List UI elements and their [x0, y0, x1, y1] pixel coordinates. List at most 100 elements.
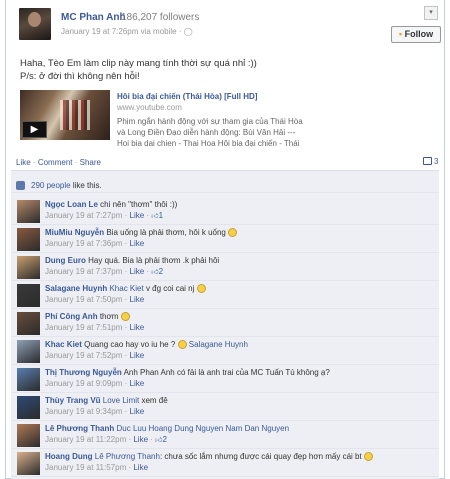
- rss-icon: ▪: [398, 29, 403, 39]
- comment-timestamp[interactable]: January 19 at 9:09pm: [45, 379, 122, 388]
- commenter-avatar[interactable]: [17, 424, 40, 447]
- commenter-avatar[interactable]: [17, 452, 40, 475]
- comment-meta: January 19 at 7:52pm · Like: [45, 351, 145, 360]
- comment-text: Bia uống là phải thơm, hôi k uống: [104, 228, 238, 237]
- commenter-name[interactable]: Thị Thương Nguyễn: [45, 368, 122, 377]
- comment-item: Ngọc Loan Le chi nên "thơm" thôi :)) Janu…: [11, 196, 439, 225]
- comment-like-link[interactable]: Like: [130, 407, 145, 416]
- comment-link[interactable]: Comment: [38, 158, 73, 167]
- tagged-user[interactable]: Love Limit: [101, 396, 139, 405]
- comment-body: Salagane Huynh Khac Kiet v đg coi cai nj…: [45, 283, 435, 305]
- comment-like-link[interactable]: Like: [130, 379, 145, 388]
- commenter-avatar[interactable]: [17, 200, 40, 223]
- tagged-user[interactable]: Khac Kiet: [107, 284, 143, 293]
- link-desc-line: và Long Điền Đạo diễn hành động: Bùi Văn…: [117, 128, 296, 137]
- post-message: Haha, Tèo Em làm clip này mang tính thời…: [20, 57, 257, 83]
- tagged-user[interactable]: Duc Luu Hoang Dung Nguyen Nam Dan Nguyen: [114, 424, 289, 433]
- link-title[interactable]: Hôi bia đại chiến (Thái Hòa) [Full HD]: [117, 92, 257, 101]
- commenter-name[interactable]: Salagane Huynh: [45, 284, 107, 293]
- comment-text: Duc Luu Hoang Dung Nguyen Nam Dan Nguyen: [114, 424, 289, 433]
- comment-like-count[interactable]: 👍︎2: [155, 435, 167, 444]
- post-line: P/s: ở đời thì không nên hỗi!: [20, 71, 140, 82]
- video-thumbnail[interactable]: ▶: [20, 90, 110, 140]
- smiley-icon: [177, 340, 187, 349]
- comment-like-link[interactable]: Like: [130, 239, 145, 248]
- commenter-name[interactable]: Khac Kiet: [45, 340, 82, 349]
- comment-meta: January 19 at 7:37pm · Like · 👍︎2: [45, 267, 164, 276]
- comment-message: Anh Phan Anh có fải là anh trai của MC T…: [121, 368, 330, 377]
- likers-link[interactable]: 290 people: [31, 181, 71, 190]
- likes-sentence: 290 people like this.: [31, 181, 102, 190]
- comment-text: thơm: [98, 312, 130, 321]
- comment-timestamp[interactable]: January 19 at 7:37pm: [45, 267, 122, 276]
- follower-count: 186,207 followers: [121, 12, 200, 23]
- comment-timestamp[interactable]: January 19 at 11:57pm: [45, 463, 126, 472]
- comment-message: Hay quá. Bia là phải thơm .k phải hôi: [85, 256, 220, 265]
- link-description: Phim ngắn hành động với sự tham gia của …: [117, 116, 303, 149]
- commenter-avatar[interactable]: [17, 284, 40, 307]
- share-link[interactable]: Share: [80, 158, 101, 167]
- commenter-avatar[interactable]: [17, 256, 40, 279]
- likes-summary: 290 people like this.: [11, 173, 439, 193]
- tagged-user[interactable]: Salagane Huynh: [187, 340, 248, 349]
- comment-item: MiuMiu Nguyễn Bia uống là phải thơm, hôi…: [11, 224, 439, 253]
- comment-count[interactable]: 3: [423, 157, 438, 166]
- comment-like-link[interactable]: Like: [130, 211, 145, 220]
- commenter-avatar[interactable]: [17, 396, 40, 419]
- comment-like-count[interactable]: 👍︎2: [151, 267, 163, 276]
- follow-button[interactable]: ▪ Follow: [391, 26, 441, 43]
- globe-icon: ◯: [183, 27, 193, 36]
- commenter-name[interactable]: Thùy Trang Vũ: [45, 396, 101, 405]
- comment-message: thơm: [97, 312, 119, 321]
- comment-like-value: 2: [158, 267, 164, 276]
- comment-text: Lê Phương Thanh: chưa sốc lắm nhưng được…: [93, 452, 373, 461]
- comment-meta: January 19 at 7:27pm · Like · 👍︎1: [45, 211, 164, 220]
- comment-like-link[interactable]: Like: [130, 267, 145, 276]
- commenter-name[interactable]: Hoang Dung: [45, 452, 93, 461]
- comment-like-link[interactable]: Like: [130, 351, 145, 360]
- comment-meta: January 19 at 7:50pm · Like: [45, 295, 145, 304]
- commenter-name[interactable]: Lê Phương Thanh: [45, 424, 114, 433]
- post-timestamp[interactable]: January 19 at 7:26pm via mobile ·: [61, 27, 184, 36]
- post-meta: January 19 at 7:26pm via mobile · ◯: [61, 27, 193, 36]
- commenter-name[interactable]: MiuMiu Nguyễn: [45, 228, 104, 237]
- comment-timestamp[interactable]: January 19 at 7:27pm: [45, 211, 122, 220]
- comment-item: Salagane Huynh Khac Kiet v đg coi cai nj…: [11, 280, 439, 309]
- thumbnail-scene: [60, 100, 90, 130]
- commenter-name[interactable]: Dung Euro: [45, 256, 86, 265]
- comment-timestamp[interactable]: January 19 at 11:22pm: [45, 435, 126, 444]
- comment-like-count[interactable]: 👍︎1: [151, 211, 163, 220]
- story-options-button[interactable]: ▾: [424, 6, 438, 20]
- author-avatar[interactable]: [19, 8, 51, 40]
- commenter-avatar[interactable]: [17, 368, 40, 391]
- comment-like-link[interactable]: Like: [133, 463, 148, 472]
- link-attachment[interactable]: ▶ Hôi bia đại chiến (Thái Hòa) [Full HD]…: [20, 90, 303, 149]
- comment-timestamp[interactable]: January 19 at 7:36pm: [45, 239, 122, 248]
- comment-timestamp[interactable]: January 19 at 9:34pm: [45, 407, 122, 416]
- story-header: MC Phan Anh 186,207 followers January 19…: [6, 4, 442, 44]
- chevron-down-icon: ▾: [429, 9, 433, 16]
- smiley-icon: [196, 284, 206, 293]
- comment-meta: January 19 at 7:51pm · Like: [45, 323, 145, 332]
- comment-like-link[interactable]: Like: [130, 323, 145, 332]
- comment-like-value: 1: [158, 211, 164, 220]
- comment-body: Khac Kiet Quang cao hay vo iu he ? Salag…: [45, 339, 435, 361]
- thumbs-up-icon: [16, 181, 25, 190]
- link-desc-line: Hoi bia dai chien - Thai Hoa Hôi bia đại…: [117, 139, 300, 148]
- commenter-name[interactable]: Ngọc Loan Le: [45, 200, 98, 209]
- comment-timestamp[interactable]: January 19 at 7:52pm: [45, 351, 122, 360]
- comment-like-link[interactable]: Like: [130, 295, 145, 304]
- smiley-icon: [363, 452, 373, 461]
- commenter-avatar[interactable]: [17, 312, 40, 335]
- comment-like-link[interactable]: Like: [133, 435, 148, 444]
- comment-timestamp[interactable]: January 19 at 7:50pm: [45, 295, 122, 304]
- commenter-avatar[interactable]: [17, 340, 40, 363]
- commenter-avatar[interactable]: [17, 228, 40, 251]
- author-name[interactable]: MC Phan Anh: [61, 12, 126, 23]
- comment-body: Lê Phương Thanh Duc Luu Hoang Dung Nguye…: [45, 423, 435, 446]
- like-link[interactable]: Like: [16, 158, 31, 167]
- play-icon[interactable]: ▶: [22, 121, 47, 138]
- comment-timestamp[interactable]: January 19 at 7:51pm: [45, 323, 122, 332]
- tagged-user[interactable]: Lê Phương Thanh: [93, 452, 160, 461]
- commenter-name[interactable]: Phí Công Anh: [45, 312, 98, 321]
